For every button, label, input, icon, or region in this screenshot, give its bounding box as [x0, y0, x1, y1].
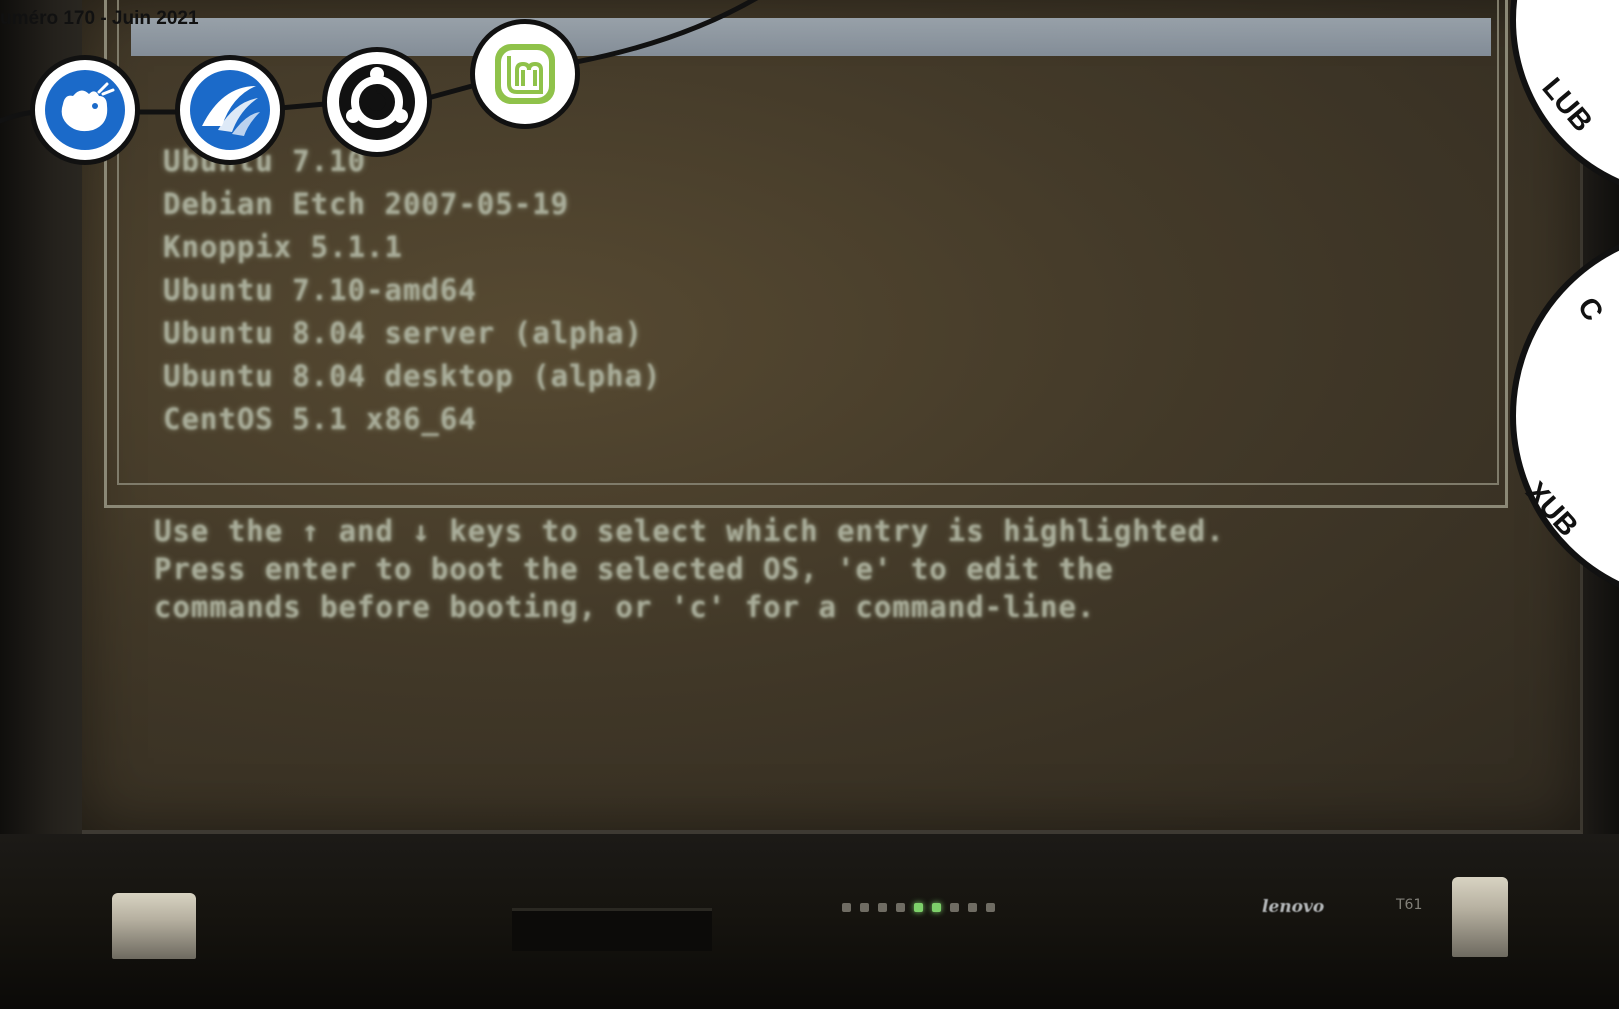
xfce-logo-bubble: [30, 55, 140, 165]
linux-mint-icon: [495, 44, 555, 104]
ubuntu-budgie-logo-bubble: [322, 47, 432, 157]
ubuntu-budgie-icon: [339, 64, 415, 140]
issue-label: uméro 170 - Juin 2021: [0, 8, 199, 29]
page: Ubuntu 7.10 Debian Etch 2007-05-19 Knopp…: [0, 0, 1619, 1009]
xfce-mouse-icon: [45, 70, 125, 150]
lubuntu-bird-icon: [190, 70, 270, 150]
linux-mint-logo-bubble: [470, 19, 580, 129]
lubuntu-logo-bubble: [175, 55, 285, 165]
